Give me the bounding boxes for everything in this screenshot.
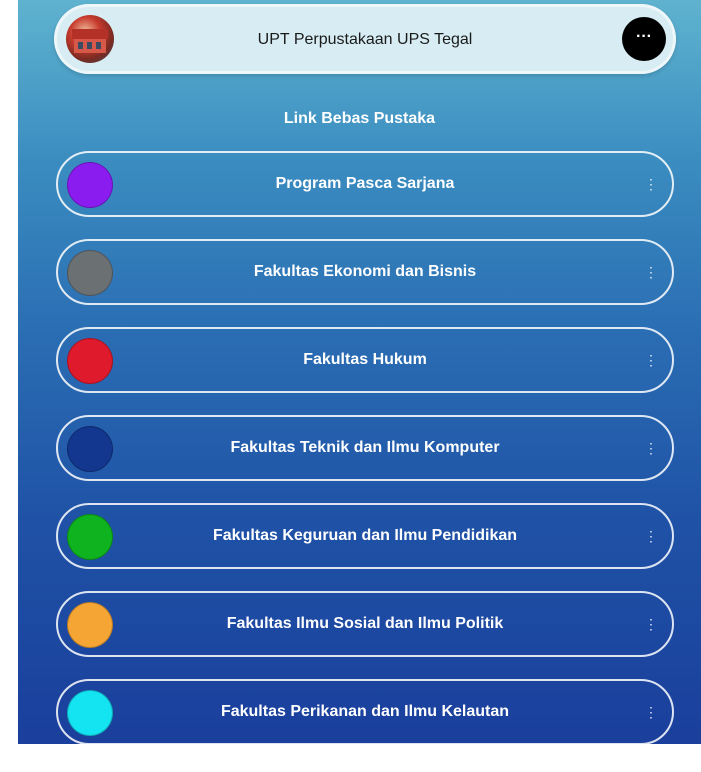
link-button[interactable]: Fakultas Ilmu Sosial dan Ilmu Politik ⋮ bbox=[56, 591, 674, 657]
kebab-menu-icon[interactable]: ⋮ bbox=[644, 505, 658, 567]
kebab-menu-icon[interactable]: ⋮ bbox=[644, 681, 658, 743]
link-button[interactable]: Fakultas Perikanan dan Ilmu Kelautan ⋮ bbox=[56, 679, 674, 745]
link-label: Fakultas Hukum bbox=[303, 351, 427, 368]
profile-title: UPT Perpustakaan UPS Tegal bbox=[257, 31, 473, 48]
kebab-menu-icon[interactable]: ⋮ bbox=[644, 417, 658, 479]
link-button[interactable]: Program Pasca Sarjana ⋮ bbox=[56, 151, 674, 217]
link-button[interactable]: Fakultas Keguruan dan Ilmu Pendidikan ⋮ bbox=[56, 503, 674, 569]
linktree-page: UPT Perpustakaan UPS Tegal ··· Link Beba… bbox=[18, 0, 701, 745]
link-label: Fakultas Keguruan dan Ilmu Pendidikan bbox=[212, 527, 518, 544]
section-title: Link Bebas Pustaka bbox=[283, 110, 436, 127]
link-label: Fakultas Ekonomi dan Bisnis bbox=[253, 263, 477, 280]
profile-header: UPT Perpustakaan UPS Tegal ··· bbox=[54, 4, 676, 74]
link-label: Fakultas Perikanan dan Ilmu Kelautan bbox=[220, 703, 510, 720]
kebab-menu-icon[interactable]: ⋮ bbox=[644, 329, 658, 391]
link-label: Fakultas Teknik dan Ilmu Komputer bbox=[230, 439, 500, 456]
kebab-menu-icon[interactable]: ⋮ bbox=[644, 241, 658, 303]
link-button[interactable]: Fakultas Ekonomi dan Bisnis ⋮ bbox=[56, 239, 674, 305]
link-label: Fakultas Ilmu Sosial dan Ilmu Politik bbox=[226, 615, 504, 632]
link-label: Program Pasca Sarjana bbox=[275, 175, 455, 192]
kebab-menu-icon[interactable]: ⋮ bbox=[644, 593, 658, 655]
kebab-menu-icon[interactable]: ⋮ bbox=[644, 153, 658, 215]
more-options-button[interactable]: ··· bbox=[622, 17, 666, 61]
link-button[interactable]: Fakultas Hukum ⋮ bbox=[56, 327, 674, 393]
link-button[interactable]: Fakultas Teknik dan Ilmu Komputer ⋮ bbox=[56, 415, 674, 481]
